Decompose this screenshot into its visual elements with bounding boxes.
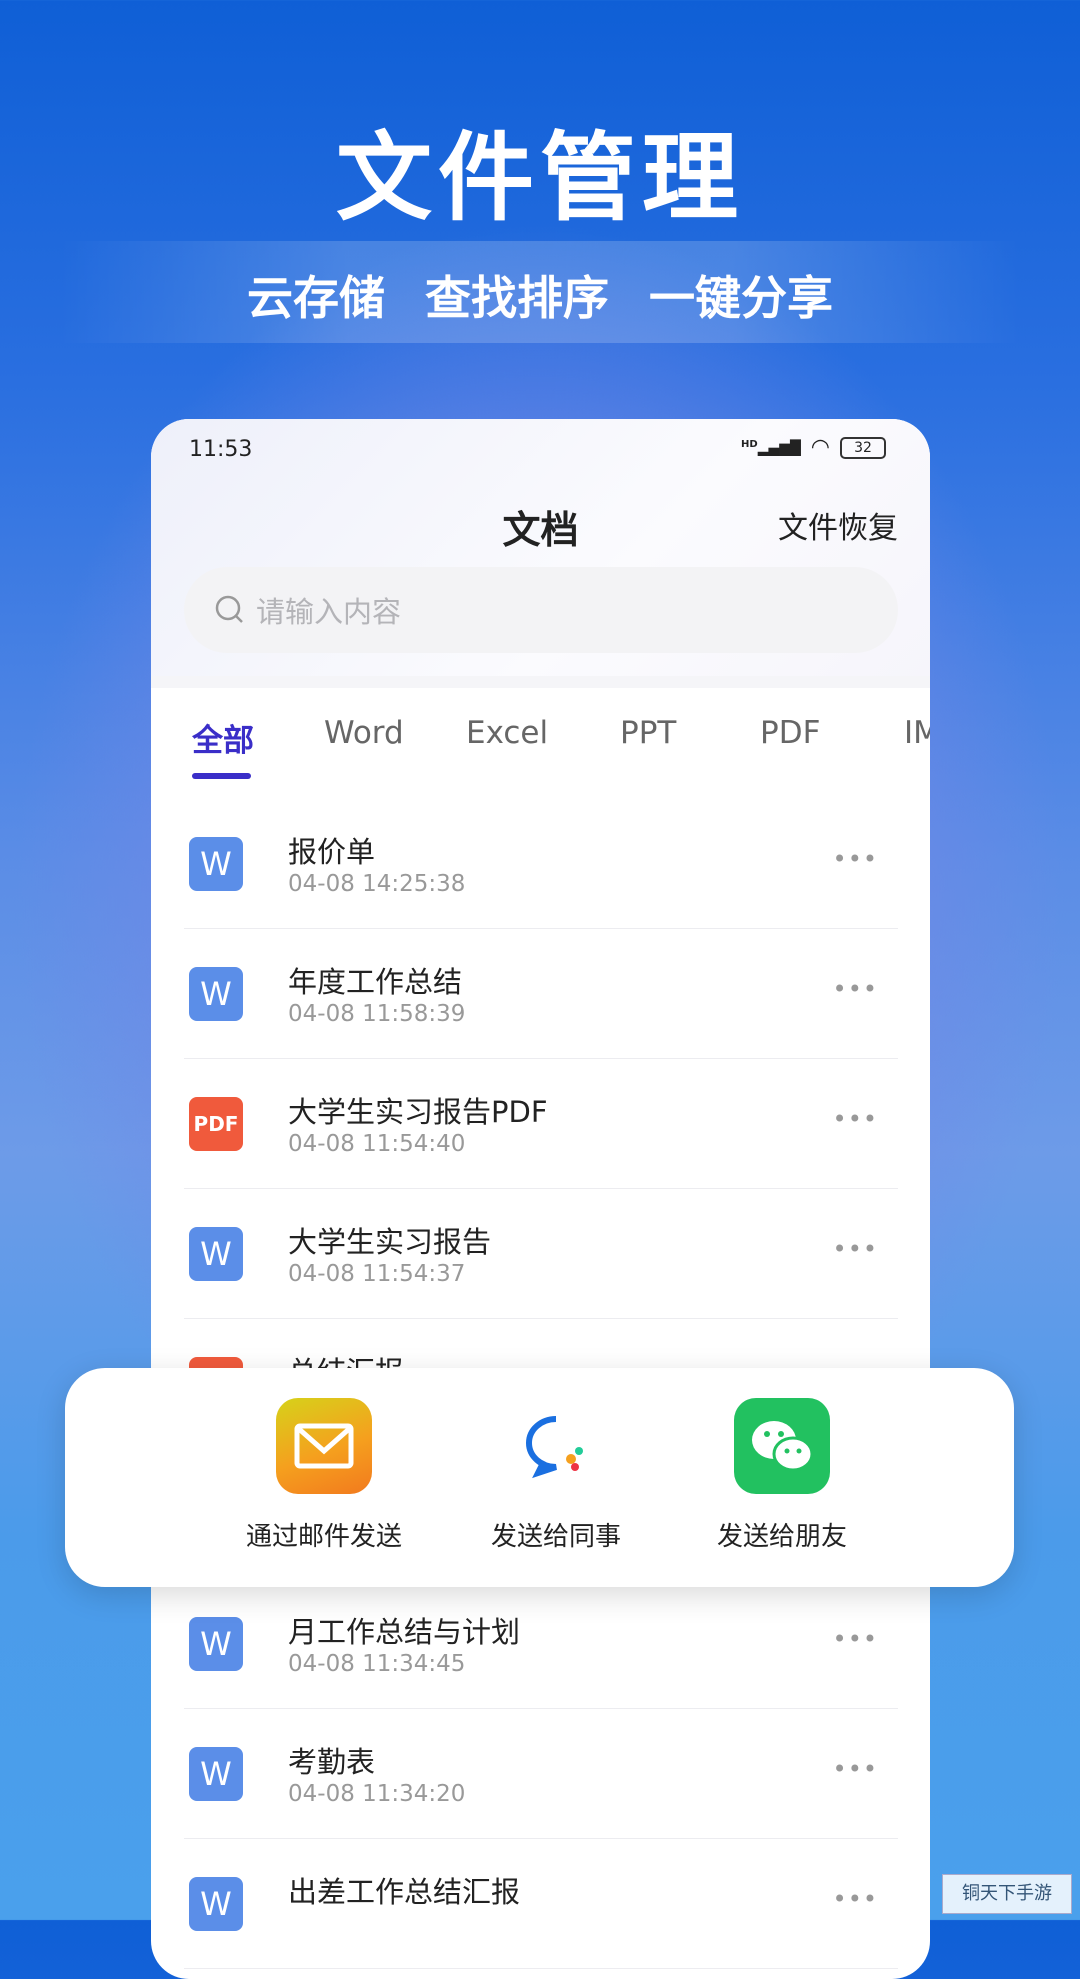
file-date: 04-08 14:25:38 (288, 871, 466, 897)
search-icon (215, 595, 243, 623)
word-file-icon: W (189, 1877, 243, 1931)
file-row[interactable]: PDF 大学生实习报告PDF 04-08 11:54:40 ••• (184, 1059, 898, 1189)
mail-icon (276, 1398, 372, 1494)
file-row[interactable]: W 报价单 04-08 14:25:38 ••• (184, 799, 898, 929)
search-input[interactable]: 请输入内容 (184, 567, 898, 653)
search-placeholder: 请输入内容 (256, 595, 402, 629)
wifi-icon: ◠ (810, 435, 830, 460)
more-options-icon[interactable]: ••• (833, 1625, 878, 1653)
share-friend[interactable]: 发送给朋友 (682, 1398, 882, 1553)
more-options-icon[interactable]: ••• (833, 1755, 878, 1783)
hero-features: 云存储 查找排序 一键分享 (0, 262, 1080, 328)
file-name: 报价单 (288, 835, 376, 869)
status-icons: HD▂▄▆█ ◠ 32 (741, 435, 886, 460)
file-name: 出差工作总结汇报 (288, 1875, 521, 1909)
more-options-icon[interactable]: ••• (833, 1235, 878, 1263)
tab-all[interactable]: 全部 (192, 715, 254, 760)
tab-excel[interactable]: Excel (466, 715, 548, 751)
tab-im[interactable]: IM (904, 715, 930, 751)
tab-ppt[interactable]: PPT (620, 715, 676, 751)
share-sheet: 通过邮件发送 发送给同事 发送给朋友 (65, 1368, 1014, 1587)
file-row[interactable]: W 大学生实习报告 04-08 11:54:37 ••• (184, 1189, 898, 1319)
tab-pdf[interactable]: PDF (760, 715, 820, 751)
tab-word[interactable]: Word (324, 715, 404, 751)
more-options-icon[interactable]: ••• (833, 1885, 878, 1913)
file-name: 考勤表 (288, 1745, 376, 1779)
file-date: 04-08 11:54:37 (288, 1261, 466, 1287)
file-date: 04-08 11:34:45 (288, 1651, 466, 1677)
file-name: 大学生实习报告PDF (288, 1095, 548, 1129)
feature: 云存储 (247, 271, 385, 325)
file-date: 04-08 11:34:20 (288, 1781, 466, 1807)
share-colleague[interactable]: 发送给同事 (456, 1398, 656, 1553)
word-file-icon: W (189, 837, 243, 891)
wechat-icon (734, 1398, 830, 1494)
pdf-file-icon: PDF (189, 1097, 243, 1151)
feature: 一键分享 (649, 271, 833, 325)
phone-screen: 11:53 HD▂▄▆█ ◠ 32 文档 文件恢复 请输入内容 全部 Word … (151, 419, 930, 1979)
word-file-icon: W (189, 1617, 243, 1671)
file-date: 04-08 11:58:39 (288, 1001, 466, 1027)
file-row[interactable]: W 月工作总结与计划 04-08 11:34:45 ••• (184, 1579, 898, 1709)
file-restore-button[interactable]: 文件恢复 (778, 503, 898, 547)
hero-title: 文件管理 (336, 122, 744, 234)
dingtalk-chat-icon (508, 1398, 604, 1494)
battery-icon: 32 (840, 436, 886, 459)
share-email[interactable]: 通过邮件发送 (224, 1398, 424, 1553)
watermark-logo: 铜天下手游 (942, 1874, 1072, 1914)
signal-icon: HD▂▄▆█ (741, 438, 801, 457)
file-name: 大学生实习报告 (288, 1225, 492, 1259)
file-row[interactable]: W 年度工作总结 04-08 11:58:39 ••• (184, 929, 898, 1059)
file-type-tabs: 全部 Word Excel PPT PDF IM (151, 715, 930, 775)
word-file-icon: W (189, 967, 243, 1021)
file-row[interactable]: W 出差工作总结汇报 ••• (184, 1839, 898, 1969)
more-options-icon[interactable]: ••• (833, 975, 878, 1003)
file-row[interactable]: W 考勤表 04-08 11:34:20 ••• (184, 1709, 898, 1839)
feature: 查找排序 (425, 271, 609, 325)
file-name: 月工作总结与计划 (288, 1615, 521, 1649)
file-name: 年度工作总结 (288, 965, 463, 999)
status-time: 11:53 (189, 437, 253, 462)
active-tab-indicator (192, 773, 251, 779)
more-options-icon[interactable]: ••• (833, 845, 878, 873)
file-date: 04-08 11:54:40 (288, 1131, 466, 1157)
word-file-icon: W (189, 1227, 243, 1281)
more-options-icon[interactable]: ••• (833, 1105, 878, 1133)
word-file-icon: W (189, 1747, 243, 1801)
